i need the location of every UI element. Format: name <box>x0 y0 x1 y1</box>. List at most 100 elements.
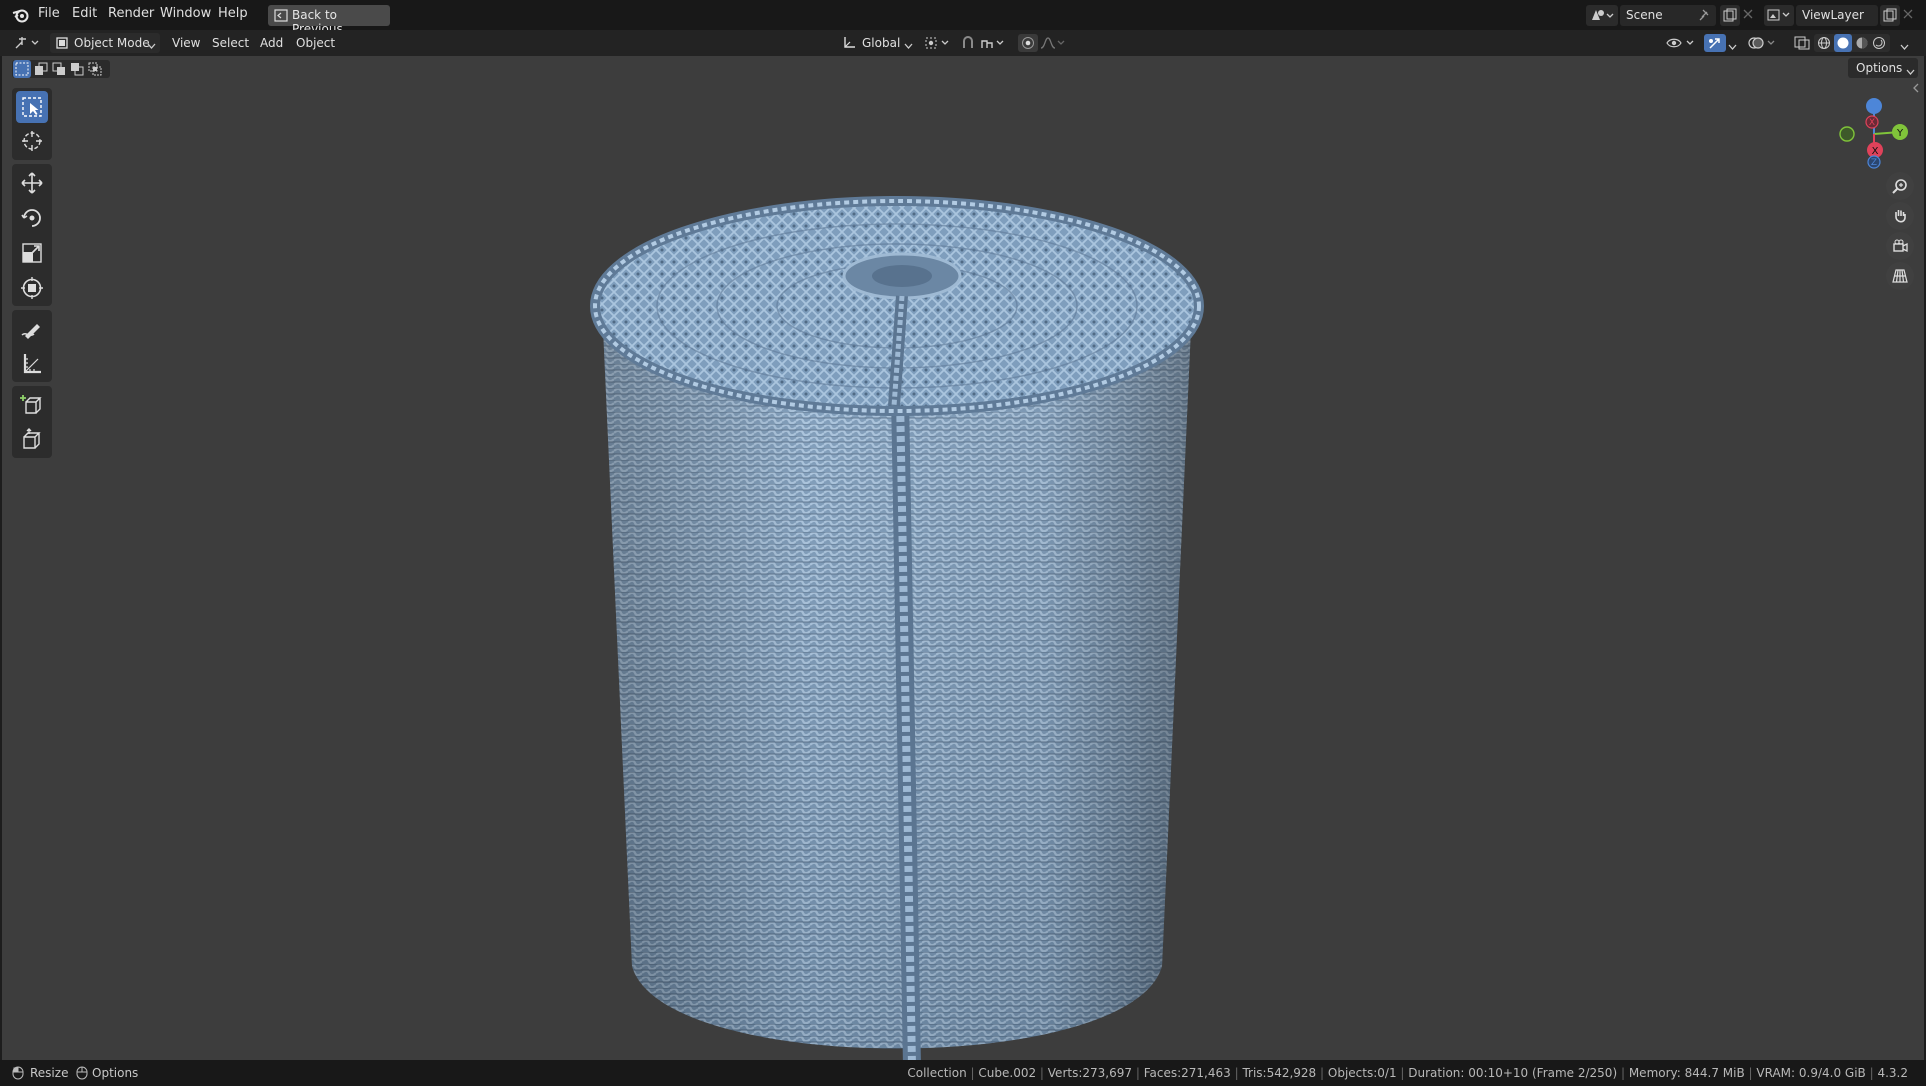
wireframe-shading-icon[interactable] <box>1817 36 1831 54</box>
cursor-tool[interactable] <box>16 125 48 157</box>
menu-help[interactable]: Help <box>218 6 248 21</box>
menu-add[interactable]: Add <box>260 36 283 50</box>
options-dropdown[interactable]: Options <box>1848 58 1918 78</box>
status-resize-hint: Resize <box>30 1066 69 1080</box>
stat-verts: Verts:273,697 <box>1047 1066 1132 1080</box>
chevron-down-icon <box>904 39 913 54</box>
object-mode-dropdown[interactable]: Object Mode <box>50 33 160 53</box>
stat-vram: VRAM: 0.9/4.0 GiB <box>1756 1066 1866 1080</box>
menu-file[interactable]: File <box>38 6 60 21</box>
view-layer-name-field[interactable]: ViewLayer <box>1796 5 1878 26</box>
transform-orientation-dropdown[interactable]: Global <box>838 33 916 53</box>
transform-icon <box>21 277 43 299</box>
measure-tool[interactable] <box>16 347 48 379</box>
pan-view-button[interactable] <box>1886 202 1914 230</box>
proportional-editing-toggle[interactable] <box>1018 34 1038 52</box>
back-to-previous-button[interactable]: Back to Previous <box>268 5 390 36</box>
select-mode-group <box>12 60 110 78</box>
hand-icon <box>1895 210 1906 223</box>
select-new-icon[interactable] <box>13 60 31 78</box>
pin-icon[interactable] <box>1698 8 1712 26</box>
select-invert-icon[interactable] <box>70 62 84 80</box>
stat-duration: Duration: 00:10+10 (Frame 2/250) <box>1408 1066 1618 1080</box>
scene-type-selector[interactable] <box>1586 5 1618 26</box>
scene-name: Scene <box>1626 8 1663 22</box>
snap-toggle-icon[interactable] <box>960 36 976 54</box>
gizmo-z-positive[interactable] <box>1866 98 1882 114</box>
stat-version: 4.3.2 <box>1877 1066 1908 1080</box>
stat-collection: Collection <box>907 1066 967 1080</box>
select-box-icon <box>22 97 42 117</box>
viewport-shading-group <box>1814 34 1890 52</box>
select-subtract-icon[interactable] <box>52 62 66 80</box>
menu-select[interactable]: Select <box>212 36 249 50</box>
stat-objects: Objects:0/1 <box>1327 1066 1397 1080</box>
menu-edit[interactable]: Edit <box>72 6 97 21</box>
3d-viewport[interactable]: Options Y X X Z <box>2 56 1924 1066</box>
select-box-tool[interactable] <box>16 91 48 123</box>
stat-tris: Tris:542,928 <box>1242 1066 1317 1080</box>
pivot-point-icon[interactable] <box>924 36 954 54</box>
extrude-icon <box>23 428 41 449</box>
menu-render[interactable]: Render <box>108 6 154 21</box>
shading-dropdown-chevron-icon[interactable] <box>1900 40 1909 55</box>
add-cube-tool[interactable] <box>16 389 48 421</box>
new-view-layer-button[interactable] <box>1880 5 1900 26</box>
gizmo-y-negative[interactable] <box>1839 126 1855 142</box>
scale-tool[interactable] <box>16 237 48 269</box>
material-preview-icon[interactable] <box>1855 36 1869 54</box>
stat-memory: Memory: 844.7 MiB <box>1628 1066 1745 1080</box>
move-tool[interactable] <box>16 167 48 199</box>
rendered-shading-icon[interactable] <box>1872 36 1886 54</box>
blender-logo-icon[interactable] <box>12 7 30 27</box>
delete-view-layer-icon[interactable] <box>1902 8 1914 24</box>
rotate-tool[interactable] <box>16 202 48 234</box>
mouse-right-icon <box>76 1066 88 1084</box>
options-label: Options <box>1856 61 1903 75</box>
transform-tool[interactable] <box>16 272 48 304</box>
annotate-pencil-icon <box>21 324 40 339</box>
selectability-visibility-icon[interactable] <box>1666 36 1698 54</box>
sidebar-toggle-arrow-icon[interactable] <box>1912 82 1920 97</box>
extrude-tool[interactable] <box>16 423 48 455</box>
toolbar-add-group <box>12 386 52 458</box>
proportional-falloff-icon[interactable] <box>1040 36 1066 54</box>
menu-object[interactable]: Object <box>296 36 335 50</box>
rotate-icon <box>21 209 41 227</box>
object-mode-icon <box>55 36 69 54</box>
new-scene-button[interactable] <box>1720 5 1740 26</box>
add-cube-icon <box>20 395 42 414</box>
overlays-icon[interactable] <box>1748 36 1780 54</box>
select-extend-icon[interactable] <box>34 62 48 80</box>
status-bar: Resize Options Collection | Cube.002 | V… <box>0 1060 1926 1086</box>
snap-target-icon[interactable] <box>980 36 1010 54</box>
chevron-down-icon <box>147 39 156 54</box>
camera-view-button[interactable] <box>1886 232 1914 260</box>
orientation-axes-icon <box>842 36 856 54</box>
navigation-gizmo[interactable]: Y X X Z <box>1830 92 1910 184</box>
grid-perspective-icon <box>1892 269 1908 283</box>
perspective-toggle-button[interactable] <box>1886 262 1914 290</box>
menu-window[interactable]: Window <box>160 6 211 21</box>
delete-scene-icon[interactable] <box>1742 8 1754 24</box>
gizmo-x-label-front: X <box>1872 146 1879 157</box>
menu-view[interactable]: View <box>172 36 200 50</box>
solid-shading-icon[interactable] <box>1834 34 1852 52</box>
xray-toggle-icon[interactable] <box>1794 36 1810 54</box>
stat-faces: Faces:271,463 <box>1143 1066 1231 1080</box>
top-menubar: File Edit Render Window Help Back to Pre… <box>0 0 1926 36</box>
select-intersect-icon[interactable] <box>88 62 102 80</box>
mouse-left-icon <box>12 1066 24 1084</box>
zoom-icon <box>1892 179 1907 194</box>
wicker-basket-model[interactable] <box>572 196 1232 1066</box>
scene-name-field[interactable]: Scene <box>1620 5 1716 26</box>
toolbar-annotate-group <box>12 310 52 382</box>
show-gizmo-toggle[interactable] <box>1704 34 1726 52</box>
scene-statistics: Collection | Cube.002 | Verts:273,697 | … <box>907 1066 1908 1080</box>
gizmo-dropdown-chevron-icon[interactable] <box>1728 40 1737 55</box>
view-layer-type-selector[interactable] <box>1764 5 1794 26</box>
zoom-view-button[interactable] <box>1886 172 1914 200</box>
editor-type-selector[interactable] <box>12 33 44 53</box>
viewport-header: Object Mode View Select Add Object Globa… <box>0 30 1926 56</box>
annotate-tool[interactable] <box>16 313 48 345</box>
